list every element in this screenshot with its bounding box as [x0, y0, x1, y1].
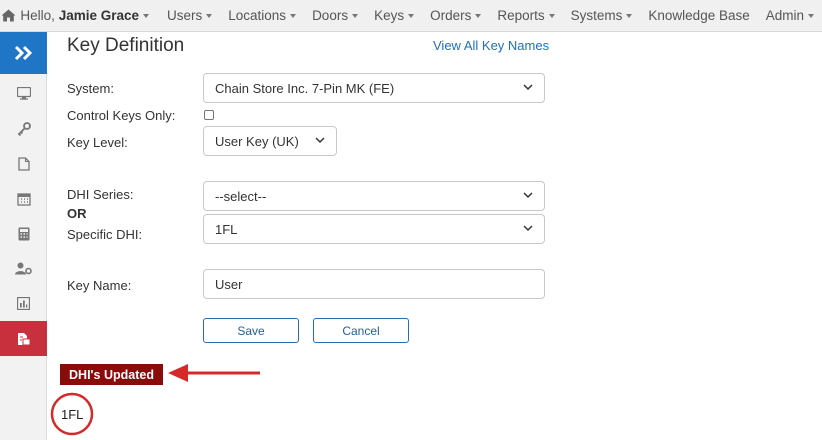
key-level-select-value: User Key (UK): [215, 133, 299, 149]
key-name-input-value: User: [215, 276, 243, 292]
nav-item-label: Reports: [497, 8, 545, 23]
hello-prefix: Hello,: [20, 8, 55, 23]
sidebar-item-reports[interactable]: [0, 286, 47, 321]
updated-dhi-value: 1FL: [61, 407, 84, 422]
chevron-down-icon: [523, 192, 533, 199]
chevron-down-icon: [808, 13, 814, 18]
sidebar-item-calculator[interactable]: [0, 216, 47, 251]
key-name-input[interactable]: User: [203, 269, 545, 299]
document-icon: [17, 156, 30, 171]
key-level-label: Key Level:: [67, 135, 128, 150]
dhi-series-label: DHI Series:: [67, 187, 134, 202]
sidebar-item-calendar[interactable]: [0, 181, 47, 216]
chevron-down-icon: [626, 13, 633, 18]
dhi-series-select[interactable]: --select--: [203, 181, 545, 211]
specific-dhi-select[interactable]: 1FL: [203, 214, 545, 244]
nav-item-label: Orders: [430, 8, 472, 23]
nav-item-label: Users: [167, 8, 203, 23]
sidebar-item-key-definitions[interactable]: [0, 321, 47, 356]
user-gear-icon: [15, 262, 32, 275]
dhis-updated-badge: DHI's Updated: [60, 364, 163, 385]
view-all-key-names-link[interactable]: View All Key Names: [433, 38, 549, 53]
monitor-icon: [16, 87, 31, 100]
user-name: Jamie Grace: [58, 8, 139, 23]
double-chevron-right-icon: [14, 45, 32, 61]
control-keys-checkbox[interactable]: [204, 110, 214, 120]
nav-item-label: Systems: [570, 8, 623, 23]
sidebar-toggle-button[interactable]: [0, 32, 47, 74]
chevron-down-icon: [475, 13, 482, 18]
bar-chart-icon: [17, 297, 30, 310]
nav-item-locations[interactable]: Locations: [220, 0, 304, 32]
key-icon: [17, 121, 31, 136]
nav-item-label: Locations: [228, 8, 287, 23]
system-select[interactable]: Chain Store Inc. 7-Pin MK (FE): [203, 73, 545, 103]
nav-menu: Users Locations Doors Keys Orders Reports Syst…: [159, 0, 822, 32]
specific-dhi-select-value: 1FL: [215, 221, 238, 237]
key-name-label: Key Name:: [67, 278, 132, 293]
chevron-down-icon: [523, 84, 533, 91]
cancel-button[interactable]: Cancel: [313, 318, 409, 343]
chevron-down-icon: [290, 13, 297, 18]
calculator-icon: [18, 227, 29, 240]
save-button[interactable]: Save: [203, 318, 299, 343]
specific-dhi-label: Specific DHI:: [67, 227, 143, 242]
nav-item-orders[interactable]: Orders: [422, 0, 489, 32]
or-label: OR: [67, 206, 87, 221]
nav-item-reports[interactable]: Reports: [489, 0, 562, 32]
nav-item-label: Admin: [765, 8, 804, 23]
chevron-down-icon: [523, 225, 533, 232]
key-level-select[interactable]: User Key (UK): [203, 126, 337, 156]
chevron-down-icon: [315, 137, 325, 144]
dhi-series-select-value: --select--: [215, 188, 267, 204]
chevron-down-icon: [206, 13, 213, 18]
chevron-down-icon: [143, 14, 149, 19]
control-keys-label: Control Keys Only:: [67, 108, 176, 123]
nav-item-label: Doors: [312, 8, 349, 23]
home-link[interactable]: [0, 0, 16, 32]
system-select-value: Chain Store Inc. 7-Pin MK (FE): [215, 80, 395, 96]
nav-item-admin[interactable]: Admin: [758, 0, 822, 32]
nav-item-knowledge-base[interactable]: Knowledge Base: [640, 0, 757, 32]
nav-item-doors[interactable]: Doors: [304, 0, 366, 32]
sidebar-item-documents[interactable]: [0, 146, 47, 181]
user-menu[interactable]: Hello, Jamie Grace: [16, 8, 159, 23]
sidebar: [0, 32, 47, 440]
nav-item-systems[interactable]: Systems: [563, 0, 641, 32]
nav-item-keys[interactable]: Keys: [366, 0, 422, 32]
page-title: Key Definition: [67, 35, 185, 56]
calendar-icon: [16, 192, 31, 206]
chevron-down-icon: [352, 13, 359, 18]
sidebar-item-keys[interactable]: [0, 111, 47, 146]
nav-item-users[interactable]: Users: [159, 0, 220, 32]
chevron-down-icon: [548, 13, 555, 18]
nav-item-label: Knowledge Base: [648, 8, 750, 23]
key-document-icon: [17, 332, 30, 345]
top-navbar: Hello, Jamie Grace Users Locations Doors Ke…: [0, 0, 822, 32]
nav-item-label: Keys: [374, 8, 405, 23]
sidebar-item-user-settings[interactable]: [0, 251, 47, 286]
home-icon: [1, 9, 16, 22]
system-label: System:: [67, 81, 114, 96]
chevron-down-icon: [408, 13, 415, 18]
annotation-arrow: [168, 364, 260, 382]
sidebar-item-monitor[interactable]: [0, 76, 47, 111]
